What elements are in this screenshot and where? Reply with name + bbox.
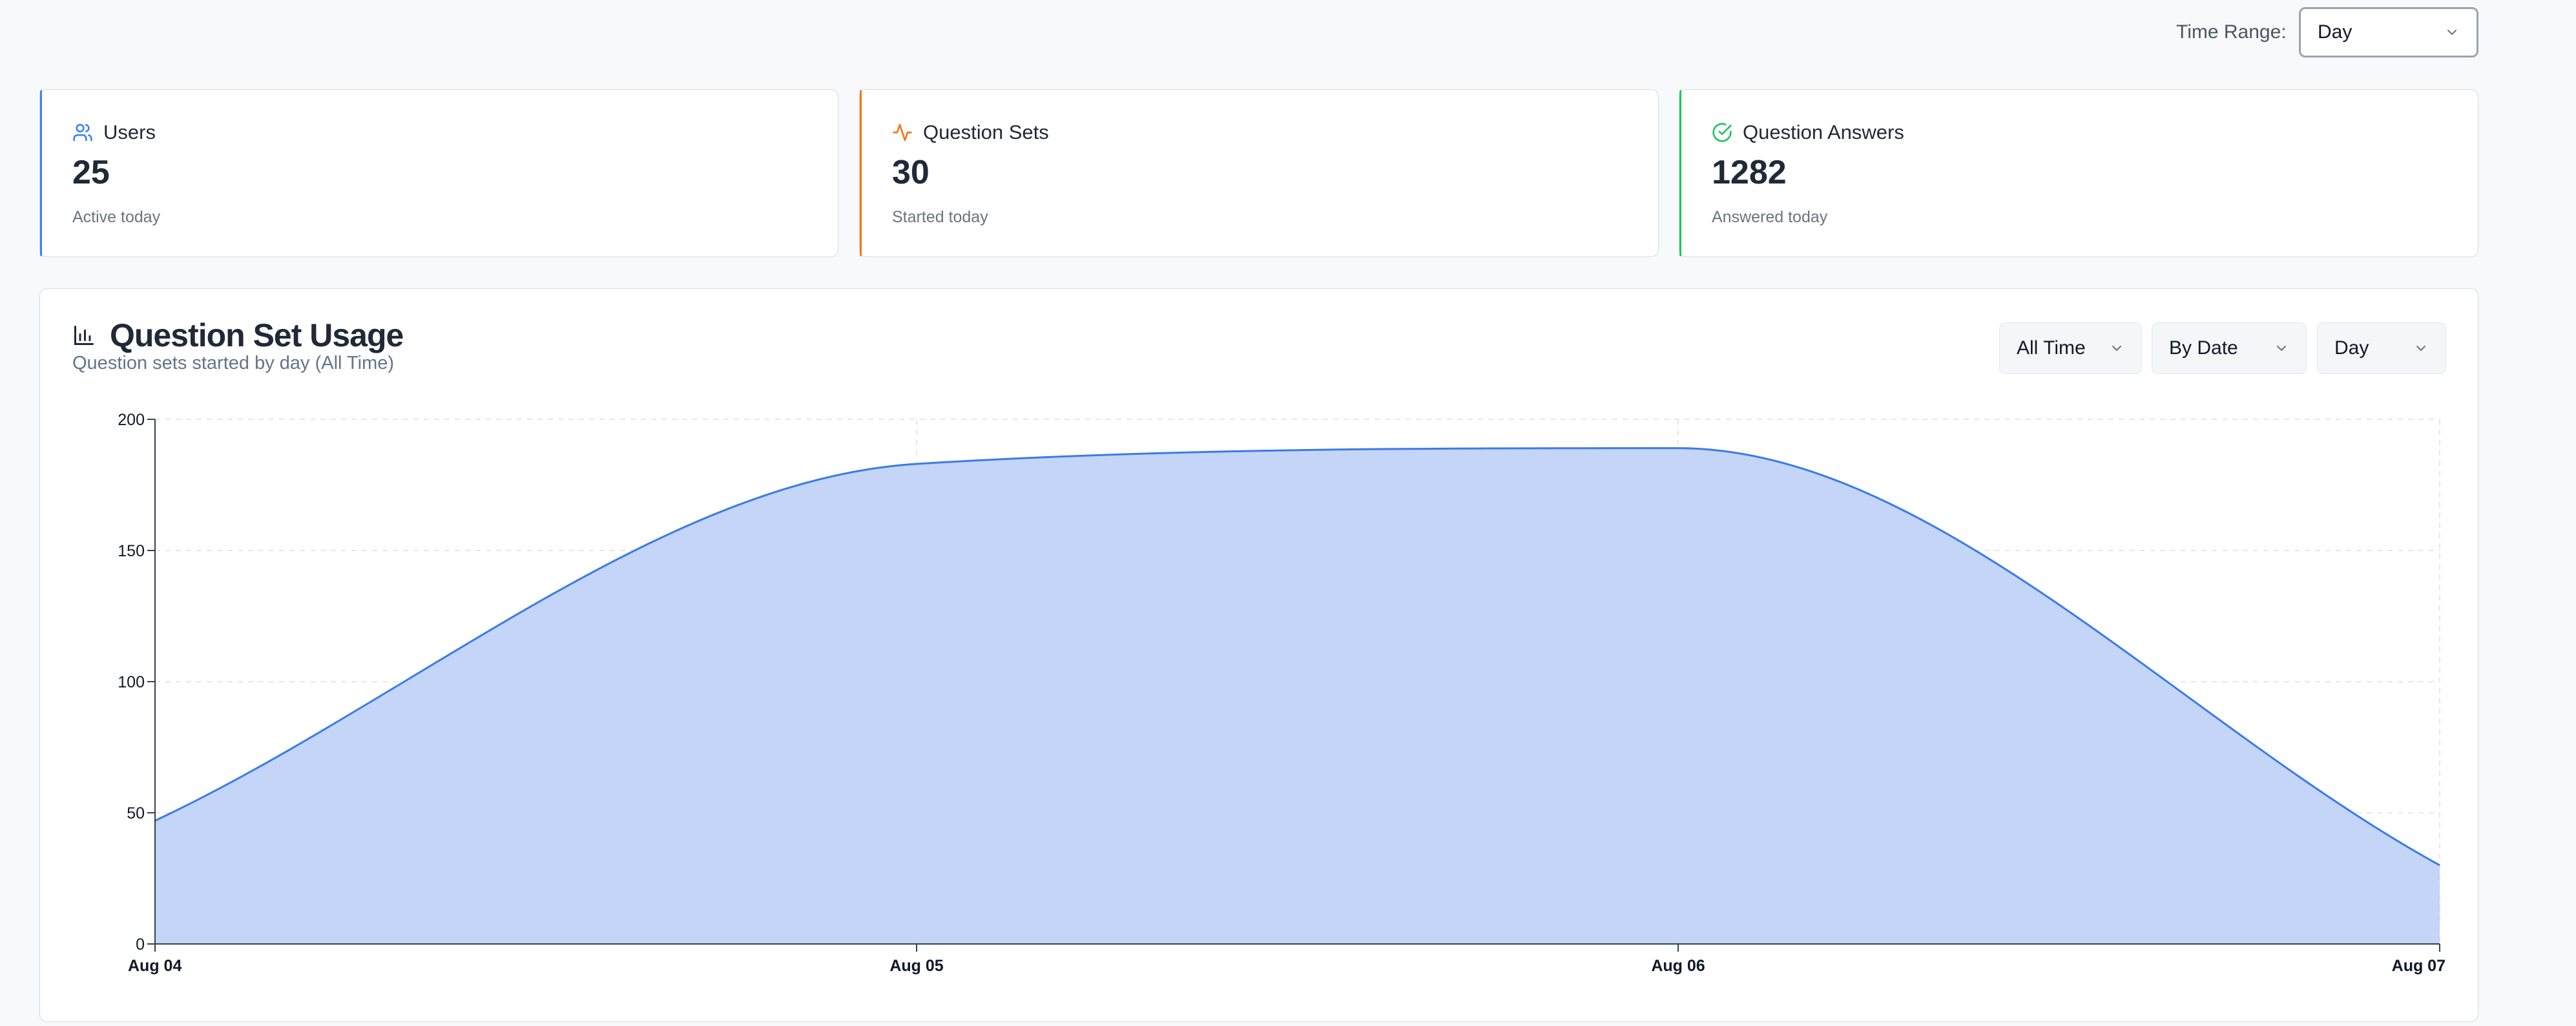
card-title: Question Answers bbox=[1743, 121, 1904, 143]
card-header: Question Sets bbox=[892, 121, 1049, 144]
panel-subtitle: Question sets started by day (All Time) bbox=[72, 353, 395, 373]
users-icon bbox=[73, 123, 92, 141]
top-bar: Time Range: Day bbox=[0, 0, 2576, 71]
group-filter-select[interactable]: By Date bbox=[2152, 322, 2307, 374]
activity-icon bbox=[893, 123, 912, 141]
question-answers-card: Question Answers 1282 Answered today bbox=[1679, 89, 2478, 257]
panel-header: Question Set Usage bbox=[72, 317, 404, 354]
card-subtitle: Answered today bbox=[1712, 208, 1828, 226]
time-range-select[interactable]: Day bbox=[2299, 7, 2478, 58]
card-header: Users bbox=[72, 121, 156, 144]
card-title: Users bbox=[103, 121, 156, 143]
question-sets-card: Question Sets 30 Started today bbox=[859, 89, 1659, 257]
chevron-down-icon bbox=[2112, 346, 2121, 351]
card-accent bbox=[860, 90, 862, 256]
users-card: Users 25 Active today bbox=[39, 89, 838, 257]
card-subtitle: Active today bbox=[72, 208, 161, 226]
range-filter-value: All Time bbox=[2017, 337, 2086, 359]
interval-filter-value: Day bbox=[2334, 337, 2369, 359]
card-value: 25 bbox=[72, 154, 110, 191]
time-range-value: Day bbox=[2318, 21, 2353, 43]
time-range-label: Time Range: bbox=[2176, 21, 2287, 43]
card-accent bbox=[40, 90, 42, 256]
card-title: Question Sets bbox=[923, 121, 1049, 143]
range-filter-select[interactable]: All Time bbox=[1999, 322, 2142, 374]
card-value: 30 bbox=[892, 154, 930, 191]
chevron-down-icon bbox=[2416, 346, 2425, 351]
card-header: Question Answers bbox=[1712, 121, 1904, 144]
card-accent bbox=[1679, 90, 1681, 256]
chevron-down-icon bbox=[2277, 346, 2286, 351]
group-filter-value: By Date bbox=[2169, 337, 2238, 359]
interval-filter-select[interactable]: Day bbox=[2317, 322, 2446, 374]
question-set-usage-panel bbox=[39, 288, 2478, 1022]
panel-title: Question Set Usage bbox=[110, 317, 404, 353]
bar-chart-icon bbox=[74, 326, 94, 345]
card-value: 1282 bbox=[1712, 154, 1787, 191]
card-subtitle: Started today bbox=[892, 208, 988, 226]
chevron-down-icon bbox=[2447, 30, 2457, 35]
check-circle-icon bbox=[1712, 123, 1732, 142]
